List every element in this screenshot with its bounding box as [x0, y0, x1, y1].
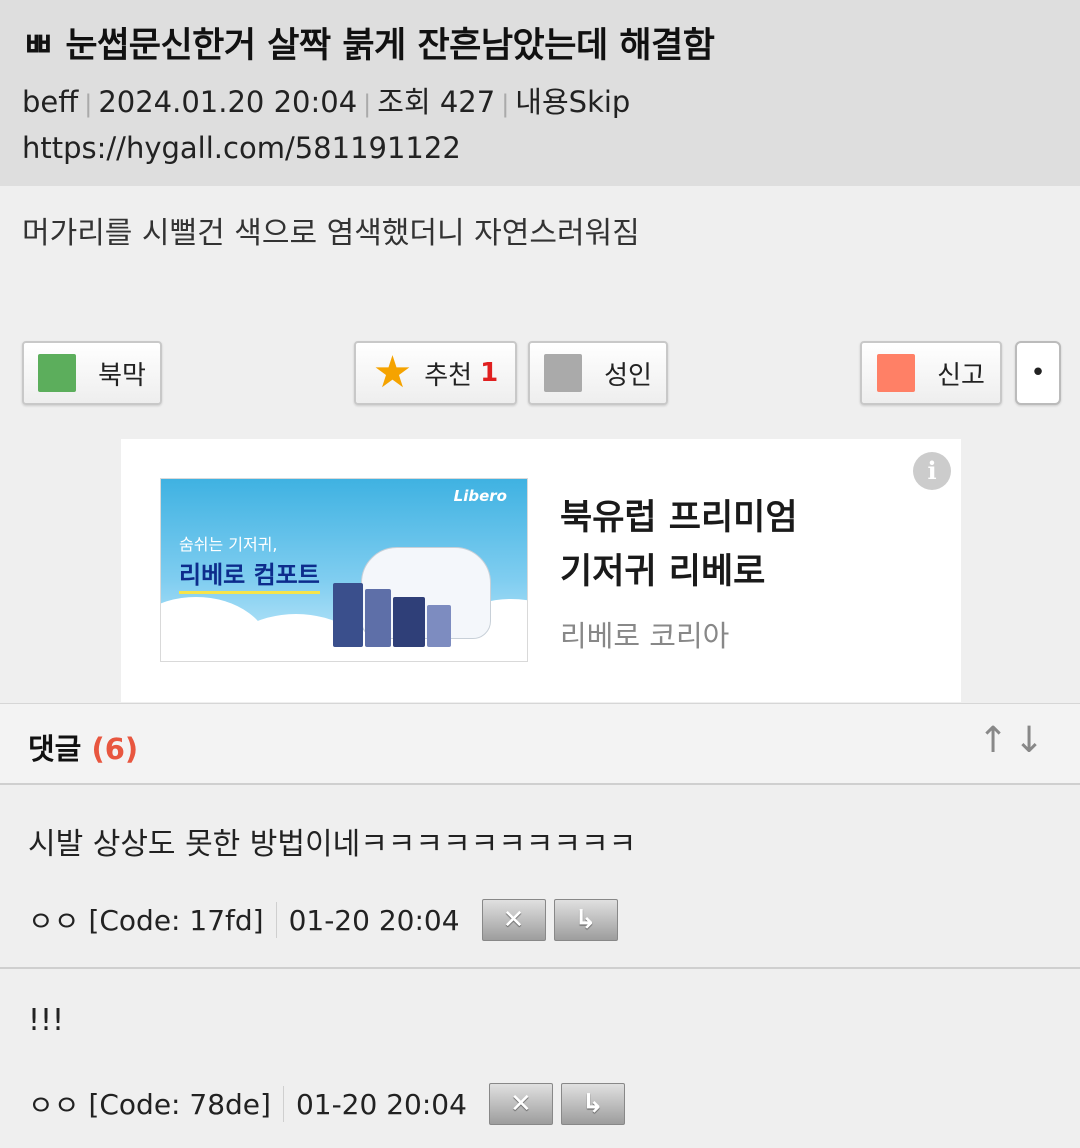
delete-comment-icon[interactable]: ✕ — [481, 899, 546, 941]
comment-text: !!! — [28, 1003, 65, 1038]
bookmark-button[interactable]: 북막 — [22, 341, 162, 405]
post-action-bar: 북막 ★ 추천 1 성인 신고 • — [0, 341, 1080, 411]
adult-label: 성인 — [604, 360, 652, 391]
comment-item: !!! ㅇㅇ [Code: 78de] 01-20 20:04 ✕ ↳ — [0, 969, 1080, 1148]
recommend-label: 추천 — [424, 360, 473, 391]
ad-image[interactable]: Libero 숨쉬는 기저귀, 리베로 컴포트 — [160, 478, 528, 662]
ad-image-big-text: 리베로 컴포트 — [179, 555, 320, 594]
product-pack — [333, 583, 363, 647]
comment-code: [Code: 78de] — [88, 1087, 271, 1121]
product-pack — [365, 589, 391, 647]
product-pack — [427, 605, 451, 647]
adult-button[interactable]: 성인 — [528, 341, 668, 405]
post-body: 머가리를 시뻘건 색으로 염색했더니 자연스러워짐 — [22, 216, 640, 251]
comments-label: 댓글 — [28, 732, 82, 766]
report-icon — [877, 354, 916, 392]
comments-header: 댓글 (6) ↑ ↓ — [0, 703, 1080, 785]
meta-divider — [275, 902, 277, 938]
more-options-button[interactable]: • — [1015, 341, 1061, 405]
adult-icon — [544, 354, 583, 392]
comment-item: 시발 상상도 못한 방법이네ㅋㅋㅋㅋㅋㅋㅋㅋㅋㅋ ㅇㅇ [Code: 17fd]… — [0, 787, 1080, 968]
comments-count: (6) — [91, 732, 139, 766]
comment-meta: ㅇㅇ [Code: 17fd] 01-20 20:04 ✕ ↳ — [28, 899, 618, 941]
reply-comment-icon[interactable]: ↳ — [560, 1083, 625, 1125]
ad-logo-text: Libero — [453, 487, 507, 505]
scroll-down-icon[interactable]: ↓ — [1014, 720, 1044, 761]
bookmark-label: 북막 — [98, 360, 146, 391]
recommend-button[interactable]: ★ 추천 1 — [354, 341, 517, 405]
report-label: 신고 — [937, 360, 985, 391]
post-date: 2024.01.20 20:04 — [98, 85, 358, 119]
ad-advertiser[interactable]: 리베로 코리아 — [560, 613, 729, 655]
star-icon: ★ — [372, 347, 413, 398]
bookmark-icon — [38, 354, 77, 392]
ad-banner[interactable]: Libero 숨쉬는 기저귀, 리베로 컴포트 i 북유럽 프리미엄 기저귀 리… — [121, 439, 961, 702]
scroll-up-icon[interactable]: ↑ — [978, 720, 1008, 761]
reply-comment-icon[interactable]: ↳ — [553, 899, 618, 941]
post-author[interactable]: beff — [22, 85, 78, 119]
product-pack — [393, 597, 425, 647]
comments-title: 댓글 (6) — [28, 726, 138, 768]
meta-separator: | — [84, 90, 93, 118]
skip-content-link[interactable]: 내용Skip — [515, 85, 630, 119]
comment-author: ㅇㅇ — [28, 1089, 80, 1122]
post-header: ㅃ 눈썹문신한거 살짝 붉게 잔흔남았는데 해결함 beff | 2024.01.2… — [0, 0, 1080, 186]
meta-separator: | — [363, 90, 372, 118]
comment-time: 01-20 20:04 — [295, 1087, 467, 1121]
ad-info-icon[interactable]: i — [913, 452, 951, 490]
meta-divider — [282, 1086, 284, 1122]
comment-author: ㅇㅇ — [28, 905, 80, 938]
more-dot-icon: • — [1030, 358, 1046, 388]
meta-separator: | — [501, 90, 510, 118]
ad-image-small-text: 숨쉬는 기저귀, — [179, 535, 278, 554]
post-url[interactable]: https://hygall.com/581191122 — [22, 128, 1058, 168]
comment-text: 시발 상상도 못한 방법이네ㅋㅋㅋㅋㅋㅋㅋㅋㅋㅋ — [28, 827, 637, 862]
comment-time: 01-20 20:04 — [288, 903, 460, 937]
ad-title[interactable]: 북유럽 프리미엄 기저귀 리베로 — [560, 491, 880, 599]
post-meta: beff | 2024.01.20 20:04 | 조회 427 | 내용Skip — [22, 82, 1058, 124]
comment-code: [Code: 17fd] — [88, 903, 264, 937]
comment-meta: ㅇㅇ [Code: 78de] 01-20 20:04 ✕ ↳ — [28, 1083, 625, 1125]
report-button[interactable]: 신고 — [860, 341, 1002, 405]
post-title: ㅃ 눈썹문신한거 살짝 붉게 잔흔남았는데 해결함 — [22, 26, 715, 66]
post-views: 조회 427 — [377, 85, 496, 119]
delete-comment-icon[interactable]: ✕ — [488, 1083, 553, 1125]
recommend-count: 1 — [480, 358, 499, 388]
